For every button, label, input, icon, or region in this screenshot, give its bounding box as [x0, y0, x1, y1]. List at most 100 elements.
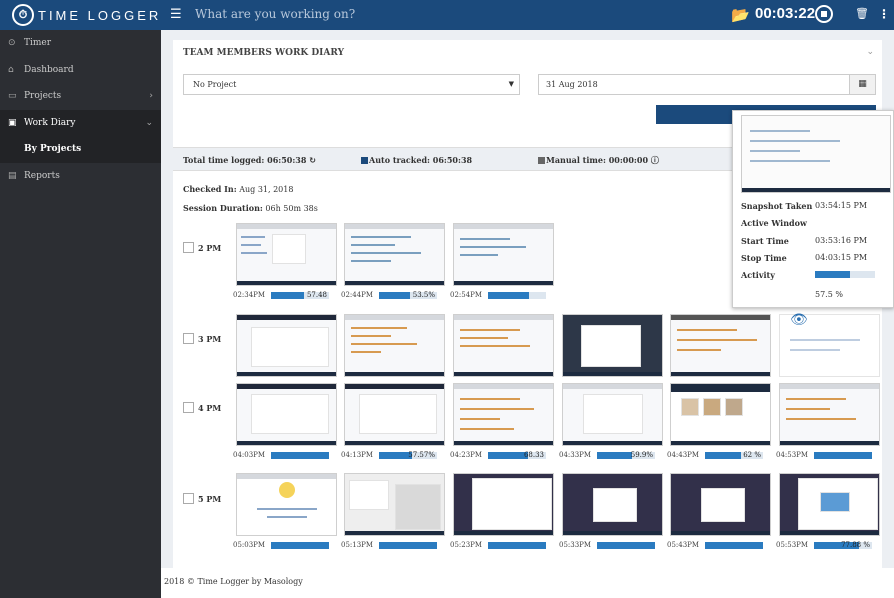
screenshot-thumbnail[interactable] [344, 314, 445, 377]
screenshot-thumbnail[interactable] [562, 473, 663, 536]
screenshot-thumbnail[interactable] [236, 473, 337, 536]
project-select-value: No Project [193, 80, 237, 89]
date-field[interactable]: 31 Aug 2018 ▦ [538, 74, 876, 95]
activity-fill [271, 541, 329, 549]
logo-text: TIME LOGGER [38, 7, 162, 23]
thumbnail-detail [786, 408, 830, 410]
activity-bar [488, 541, 546, 549]
activity-fill [379, 291, 411, 299]
hour-checkbox[interactable] [183, 402, 194, 413]
chevron-down-icon[interactable]: ⌄ [866, 47, 874, 57]
activity-fill [597, 451, 632, 459]
report-icon: ▤ [8, 170, 17, 181]
hour-row-label: 2 PM [183, 242, 221, 253]
thumbnail-detail [681, 398, 699, 416]
copyright-text: 2018 © Time Logger by Masology [164, 577, 303, 586]
sidebar-item-projects[interactable]: ▭ Projects › [0, 83, 161, 110]
thumbnail-detail [790, 349, 840, 351]
screenshot-thumbnail[interactable] [562, 383, 663, 446]
thumbnail-detail [241, 236, 265, 238]
activity-bar: 62 % [705, 451, 763, 459]
screenshot-thumbnail[interactable] [670, 383, 771, 446]
task-input[interactable]: What are you working on? [195, 7, 355, 21]
thumbnail-detail [351, 343, 417, 345]
screenshot-thumbnail[interactable] [562, 314, 663, 377]
thumbnail-detail [472, 478, 552, 530]
thumbnail-detail [790, 339, 860, 341]
hour-checkbox[interactable] [183, 493, 194, 504]
logo[interactable]: ⏱ TIME LOGGER [12, 4, 161, 26]
menu-icon[interactable]: ☰ [170, 7, 182, 22]
thumbnail-detail [345, 384, 444, 389]
stop-time-label: Stop Time [741, 253, 787, 263]
project-select[interactable]: No Project ▼ [183, 74, 520, 95]
activity-fill [488, 451, 528, 459]
sidebar-item-dashboard[interactable]: ⌂ Dashboard [0, 57, 161, 84]
screenshot-thumbnail[interactable] [236, 314, 337, 377]
refresh-icon[interactable]: ↻ [309, 156, 316, 165]
activity-fill [271, 291, 305, 299]
thumbnail-detail [345, 372, 444, 376]
screenshot-thumbnail[interactable] [344, 383, 445, 446]
kebab-icon[interactable]: ⋮ [878, 7, 890, 21]
activity-bar [814, 451, 872, 459]
session-duration: Session Duration: 06h 50m 38s [183, 203, 318, 213]
logo-icon: ⏱ [12, 4, 34, 26]
activity-bar: 57.48 [271, 291, 329, 299]
trash-icon[interactable]: 🗑 [855, 7, 869, 20]
screenshot-meta: 05:03PM [233, 540, 329, 550]
thumbnail-detail [750, 160, 830, 162]
sidebar-item-by-projects[interactable]: By Projects [0, 136, 161, 163]
screenshot-thumbnail[interactable] [670, 314, 771, 377]
thumbnail-detail [237, 474, 336, 479]
hour-checkbox[interactable] [183, 333, 194, 344]
book-icon: ▣ [8, 117, 17, 128]
thumbnail-detail [677, 349, 721, 351]
sidebar-item-label: Timer [24, 38, 52, 49]
screenshot-thumbnail[interactable] [344, 473, 445, 536]
screenshot-thumbnail[interactable] [453, 314, 554, 377]
activity-fill [271, 451, 329, 459]
thumbnail-detail [671, 384, 770, 392]
screenshot-thumbnail[interactable] [453, 223, 554, 286]
screenshot-thumbnail[interactable] [670, 473, 771, 536]
sidebar-item-reports[interactable]: ▤ Reports [0, 163, 161, 190]
thumbnail-detail [272, 234, 306, 264]
eye-icon[interactable]: 👁 [790, 312, 808, 328]
home-icon: ⌂ [8, 64, 14, 75]
screenshot-thumbnail[interactable] [453, 383, 554, 446]
screenshot-thumbnail[interactable] [236, 223, 337, 286]
thumbnail-detail [237, 384, 336, 389]
stop-time-value: 04:03:15 PM [815, 253, 868, 262]
sidebar-item-label: Dashboard [24, 64, 74, 75]
thumbnail-detail [345, 531, 444, 535]
thumbnail-detail [786, 398, 846, 400]
thumbnail-detail [454, 372, 553, 376]
activity-fill [815, 271, 850, 278]
screenshot-thumbnail[interactable] [779, 473, 880, 536]
sidebar-item-work-diary[interactable]: ▣ Work Diary ⌄ [0, 109, 161, 136]
start-time-value: 03:53:16 PM [815, 236, 868, 245]
thumbnail-detail [237, 315, 336, 320]
calendar-icon[interactable]: ▦ [849, 75, 875, 94]
screenshot-thumbnail[interactable] [344, 223, 445, 286]
screenshot-thumbnail[interactable] [453, 473, 554, 536]
folder-icon[interactable]: 📂 [731, 6, 750, 24]
snapshot-label: Snapshot Taken [741, 201, 813, 211]
activity-bar [815, 271, 875, 278]
thumbnail-detail [251, 394, 329, 434]
hour-checkbox[interactable] [183, 242, 194, 253]
screenshot-thumbnail[interactable] [236, 383, 337, 446]
thumbnail-detail [677, 329, 737, 331]
snapshot-preview[interactable] [741, 115, 891, 193]
thumbnail-detail [703, 398, 721, 416]
help-icon[interactable]: ⓘ [651, 156, 659, 165]
thumbnail-detail [460, 246, 526, 248]
stop-icon[interactable] [815, 5, 833, 23]
activity-bar [705, 541, 763, 549]
sidebar-item-timer[interactable]: ⊙ Timer [0, 30, 161, 57]
screenshot-meta: 05:33PM [559, 540, 655, 550]
checked-in: Checked In: Aug 31, 2018 [183, 184, 294, 194]
screenshot-thumbnail[interactable] [779, 383, 880, 446]
thumbnail-detail [786, 418, 856, 420]
